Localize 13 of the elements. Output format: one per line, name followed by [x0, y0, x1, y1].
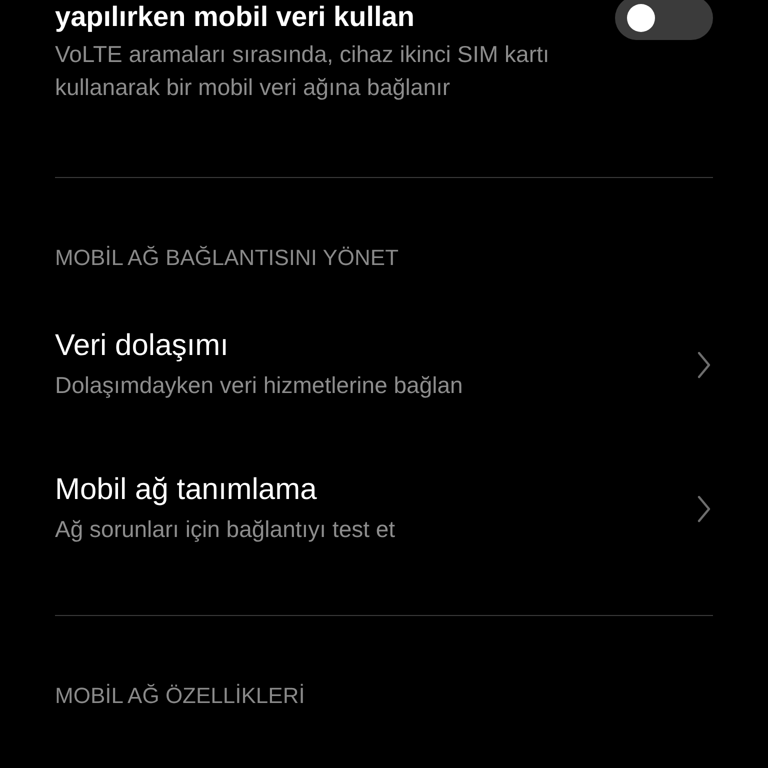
toggle-switch[interactable] — [615, 0, 713, 40]
settings-item[interactable]: Mobil ağ tanımlama Ağ sorunları için bağlantıyı test et — [55, 471, 713, 546]
section-header: MOBİL AĞ BAĞLANTISINI YÖNET — [55, 244, 400, 272]
chevron-right-icon — [697, 494, 711, 522]
setting-description: Ağ sorunları için bağlantıyı test et — [55, 515, 396, 544]
setting-title: Veri dolaşımı — [55, 328, 230, 364]
setting-title: Mobil ağ tanımlama — [55, 472, 318, 508]
setting-description: Dolaşımdayken veri hizmetlerine bağlan — [55, 371, 464, 400]
settings-item[interactable]: Veri dolaşımı Dolaşımdayken veri hizmetlerine bağlan — [55, 327, 713, 402]
setting-title: yapılırken mobil veri kullan — [55, 0, 416, 34]
section-header: MOBİL AĞ ÖZELLİKLERİ — [55, 682, 306, 710]
chevron-right-icon — [697, 350, 711, 378]
setting-description: VoLTE aramaları sırasında, cihaz ikinci SIM kartı kullanarak bir mobil veri ağına bağlanır — [55, 40, 550, 102]
